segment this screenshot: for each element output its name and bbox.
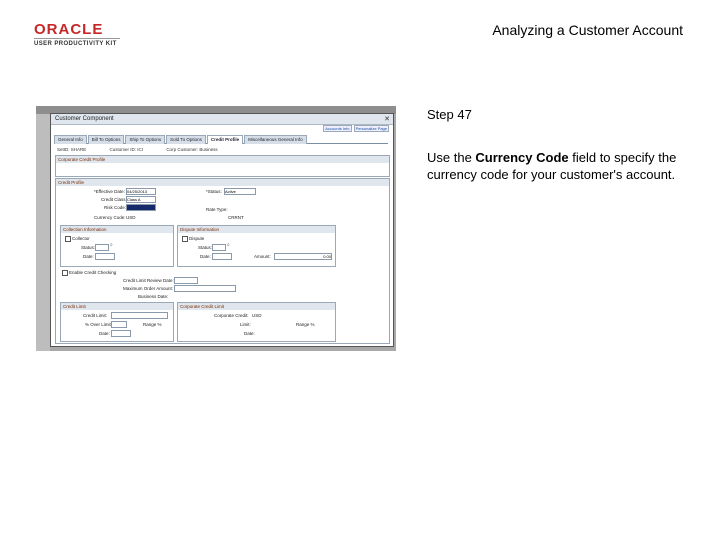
credit-limit-box: Credit Limit Credit Limit: % Over Limit:… (60, 302, 174, 342)
pct-over-limit-input[interactable] (111, 321, 127, 328)
currency-code-label: Currency Code: (94, 215, 126, 220)
credit-limit-header: Credit Limit (61, 303, 173, 310)
credit-limit-date-input[interactable] (111, 330, 131, 337)
tab-misc-general-info[interactable]: Miscellaneous General Info (244, 135, 307, 144)
logo-subtitle: USER PRODUCTIVITY KIT (34, 41, 117, 47)
credit-profile-header: Credit Profile (56, 179, 389, 186)
credit-limit-review-date-input[interactable] (174, 277, 198, 284)
effective-date-label: *Effective Date: (94, 189, 125, 194)
dispute-information-box: Dispute Information Dispute Status: ⌕ Da… (177, 225, 336, 267)
credit-profile-box: Credit Profile *Effective Date: 04/25/20… (55, 178, 390, 344)
close-icon[interactable]: ✕ (384, 115, 390, 123)
enable-credit-checking-label: Enable Credit Checking (69, 270, 117, 275)
logo-divider (34, 38, 120, 39)
corporate-credit-currency: USD (252, 313, 262, 318)
logo-oracle-text: ORACLE (34, 21, 104, 38)
link-accounts-info[interactable]: Accounts Info (323, 125, 352, 132)
credit-class-select[interactable]: Class A (126, 196, 156, 203)
background-side-panel (36, 114, 50, 351)
instruction-pre: Use the (427, 150, 476, 165)
collection-status-input[interactable] (95, 244, 109, 251)
maximum-order-amount-label: Maximum Order Amount: (123, 286, 174, 291)
key-fields: SetID: SHARE Customer ID: ICI Corp Custo… (57, 147, 240, 152)
corp-customer-field: Corp Customer: Business (166, 147, 218, 152)
setid-field: SetID: SHARE (57, 147, 87, 152)
instruction-field-name: Currency Code (475, 150, 569, 165)
corporate-credit-limit-box: Corporate Credit Limit Corporate Credit:… (177, 302, 336, 342)
dispute-date-input[interactable] (212, 253, 232, 260)
risk-code-select[interactable] (126, 204, 156, 211)
collection-date-input[interactable] (95, 253, 115, 260)
dispute-information-header: Dispute Information (178, 226, 335, 233)
tab-bar: General Info Bill To Options Ship To Opt… (54, 135, 388, 144)
credit-limit-input[interactable] (111, 312, 168, 319)
credit-limit-date-label: Date: (99, 331, 110, 336)
tab-general-info[interactable]: General Info (54, 135, 87, 144)
tab-ship-to-options[interactable]: Ship To Options (125, 135, 166, 144)
credit-limit-range-label: Range % (143, 322, 162, 327)
dispute-label: Dispute (189, 236, 205, 241)
corporate-credit-label: Corporate Credit: (214, 313, 249, 318)
risk-code-label: Risk Code: (104, 205, 127, 210)
corporate-credit-profile-box: Corporate Credit Profile (55, 155, 390, 177)
credit-class-label: Credit Class: (101, 197, 127, 202)
corporate-date-label: Date: (244, 331, 255, 336)
collector-checkbox[interactable] (65, 236, 71, 242)
effective-date-input[interactable]: 04/25/2013 (126, 188, 156, 195)
top-links: Accounts Info Personalize Page (322, 125, 389, 132)
step-instruction: Use the Currency Code field to specify t… (427, 149, 687, 183)
rate-type-value: CRRNT (228, 215, 244, 220)
business-date-label: Business Date: (138, 294, 169, 299)
dispute-amount-input[interactable]: 0.00 (274, 253, 332, 260)
currency-code-value[interactable]: USD (126, 215, 136, 220)
oracle-upk-logo: ORACLE USER PRODUCTIVITY KIT (34, 22, 124, 47)
rate-type-label: Rate Type: (206, 207, 228, 212)
maximum-order-amount-input[interactable] (174, 285, 236, 292)
status-select[interactable]: Active (224, 188, 256, 195)
tab-sold-to-options[interactable]: Sold To Options (166, 135, 206, 144)
dispute-amount-label: Amount: (254, 254, 271, 259)
collection-information-box: Collection Information Collector Status:… (60, 225, 174, 267)
dispute-status-input[interactable] (212, 244, 226, 251)
collection-status-label: Status: (81, 245, 96, 250)
dispute-date-label: Date: (200, 254, 211, 259)
collection-status-lookup-icon[interactable]: ⌕ (110, 242, 113, 248)
corporate-credit-profile-header: Corporate Credit Profile (56, 156, 389, 163)
collector-label: Collector (72, 236, 90, 241)
customer-id-field: Customer ID: ICI (109, 147, 144, 152)
corporate-range-label: Range % (296, 322, 315, 327)
status-label: *Status: (206, 189, 222, 194)
tab-bill-to-options[interactable]: Bill To Options (87, 135, 125, 144)
link-personalize-page[interactable]: Personalize Page (353, 125, 389, 132)
application-screenshot: Customer Component ✕ Accounts Info Perso… (36, 106, 396, 351)
document-title: Analyzing a Customer Account (492, 22, 683, 38)
credit-limit-review-date-label: Credit Limit Review Date: (123, 278, 174, 283)
enable-credit-checking-checkbox[interactable] (62, 270, 68, 276)
tab-credit-profile[interactable]: Credit Profile (206, 135, 244, 144)
window-title: Customer Component (51, 114, 393, 125)
pct-over-limit-label: % Over Limit: (85, 322, 113, 327)
step-label: Step 47 (427, 107, 472, 122)
customer-component-window: Customer Component ✕ Accounts Info Perso… (50, 113, 394, 347)
collection-date-label: Date: (83, 254, 94, 259)
dispute-status-lookup-icon[interactable]: ⌕ (227, 242, 230, 248)
corporate-limit-label: Limit: (240, 322, 251, 327)
dispute-checkbox[interactable] (182, 236, 188, 242)
collection-information-header: Collection Information (61, 226, 173, 233)
corporate-credit-limit-header: Corporate Credit Limit (178, 303, 335, 310)
dispute-status-label: Status: (198, 245, 213, 250)
credit-limit-label: Credit Limit: (83, 313, 108, 318)
